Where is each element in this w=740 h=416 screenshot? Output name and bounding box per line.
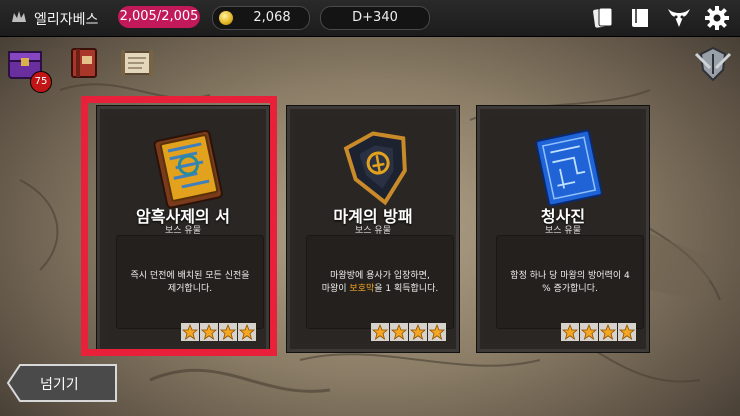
relic-card-blueprint[interactable]: 청사진 보스 유물 함정 하나 당 마왕의 방어력이 4 % 증가합니다. xyxy=(477,106,649,352)
description-line-2-suffix: 을 1 획득합니다. xyxy=(374,284,439,294)
chest-count-badge: 75 xyxy=(30,71,52,93)
day-counter: D+340 xyxy=(320,6,430,30)
description-line-2: % 증가합니다. xyxy=(542,284,598,294)
cards-icon[interactable] xyxy=(590,5,616,31)
description-line-2-prefix: 마왕이 xyxy=(321,284,350,294)
card-body: 청사진 보스 유물 함정 하나 당 마왕의 방어력이 4 % 증가합니다. xyxy=(486,115,644,343)
card-description: 마왕방에 용사가 입장하면, 마왕이 보호막을 1 획득합니다. xyxy=(306,235,454,329)
star-icon xyxy=(390,323,408,341)
card-description: 함정 하나 당 마왕의 방어력이 4 % 증가합니다. xyxy=(496,235,644,329)
hp-badge: 2,005/2,005 xyxy=(118,6,200,28)
spellbook-icon[interactable] xyxy=(66,44,104,82)
gold-counter: 2,068 xyxy=(212,6,310,30)
demon-shield-icon xyxy=(343,131,407,206)
description-line-1: 함정 하나 당 마왕의 방어력이 4 xyxy=(510,271,630,281)
star-rating xyxy=(561,323,636,341)
coin-icon xyxy=(219,11,233,25)
player-name: 엘리자베스 xyxy=(34,12,99,28)
gold-value: 2,068 xyxy=(253,10,291,25)
book-icon[interactable] xyxy=(628,5,654,31)
top-bar: 엘리자베스 2,005/2,005 2,068 D+340 xyxy=(0,0,740,37)
star-rating xyxy=(371,323,446,341)
star-icon xyxy=(580,323,598,341)
star-icon xyxy=(561,323,579,341)
star-icon xyxy=(428,323,446,341)
description-line-1: 마왕방에 용사가 입장하면, xyxy=(330,271,430,281)
demon-mask-icon[interactable] xyxy=(666,5,692,31)
sword-shield-emblem-icon[interactable] xyxy=(692,44,734,86)
card-body: 마계의 방패 보스 유물 마왕방에 용사가 입장하면, 마왕이 보호막을 1 획… xyxy=(296,115,454,343)
relic-card-demon-shield[interactable]: 마계의 방패 보스 유물 마왕방에 용사가 입장하면, 마왕이 보호막을 1 획… xyxy=(287,106,459,352)
skip-label: 넘기기 xyxy=(40,377,79,393)
blueprint-icon xyxy=(535,129,603,207)
star-icon xyxy=(371,323,389,341)
shield-keyword: 보호막 xyxy=(349,284,375,294)
scroll-map-icon[interactable] xyxy=(118,44,156,82)
star-icon xyxy=(599,323,617,341)
star-icon xyxy=(618,323,636,341)
demon-crown-icon xyxy=(12,11,26,22)
gear-icon[interactable] xyxy=(704,5,730,31)
selection-highlight xyxy=(81,96,277,356)
star-icon xyxy=(409,323,427,341)
skip-button[interactable]: 넘기기 xyxy=(6,363,118,403)
